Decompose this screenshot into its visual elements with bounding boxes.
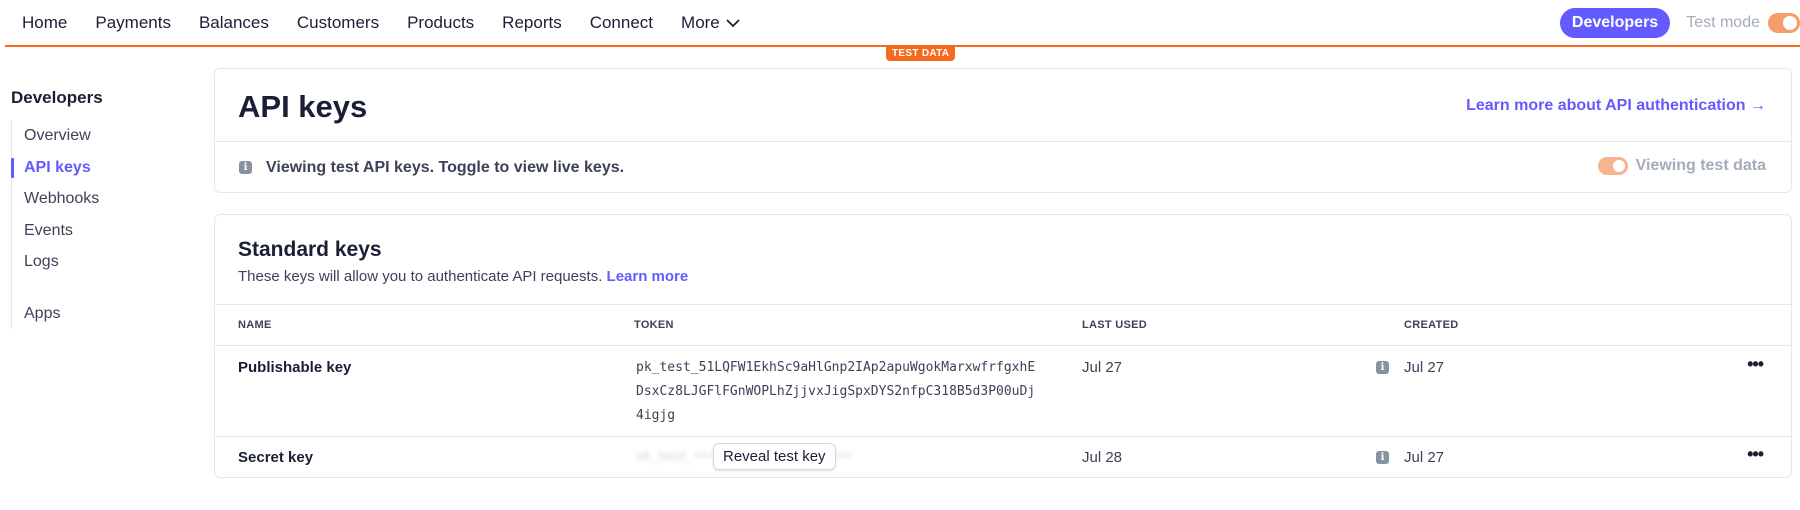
viewing-test-data-toggle[interactable]: Viewing test data <box>1597 157 1766 175</box>
sidebar-item-events[interactable]: Events <box>12 215 191 247</box>
standard-keys-title: Standard keys <box>238 238 382 261</box>
last-used-date: Jul 27 <box>1082 359 1123 376</box>
standard-keys-card: Standard keys These keys will allow you … <box>214 214 1792 478</box>
created-date: Jul 27 <box>1404 449 1445 466</box>
sidebar-item-overview[interactable]: Overview <box>12 120 191 152</box>
table-row: Secret key sk_test_•••••••••••••••••••••… <box>215 437 1791 477</box>
info-icon: i <box>239 161 252 174</box>
learn-more-link[interactable]: Learn more <box>607 268 689 285</box>
test-mode-label: Test mode <box>1686 14 1760 31</box>
last-used-date: Jul 28 <box>1082 449 1123 466</box>
sidebar-title: Developers <box>11 88 103 107</box>
reveal-test-key-button[interactable]: Reveal test key <box>713 443 836 470</box>
developers-button[interactable]: Developers <box>1559 8 1671 38</box>
learn-more-auth-link[interactable]: Learn more about API authentication → <box>1466 97 1766 115</box>
info-icon[interactable]: i <box>1376 451 1389 464</box>
top-navigation: Home Payments Balances Customers Product… <box>0 0 1800 46</box>
nav-balances[interactable]: Balances <box>199 13 269 33</box>
test-keys-info-row: i Viewing test API keys. Toggle to view … <box>215 142 1791 193</box>
nav-reports[interactable]: Reports <box>502 13 562 33</box>
info-text: Viewing test API keys. Toggle to view li… <box>266 158 625 176</box>
info-icon[interactable]: i <box>1376 361 1389 374</box>
more-options-icon[interactable]: ••• <box>1747 354 1764 375</box>
sidebar-item-api-keys[interactable]: API keys <box>11 152 191 184</box>
viewing-test-data-label: Viewing test data <box>1635 157 1766 174</box>
card-header: API keys Learn more about API authentica… <box>215 69 1791 142</box>
test-data-badge: TEST DATA <box>886 46 956 61</box>
key-name: Secret key <box>238 449 314 466</box>
standard-keys-header: Standard keys These keys will allow you … <box>215 215 1791 305</box>
api-keys-header-card: API keys Learn more about API authentica… <box>214 68 1792 193</box>
nav-payments[interactable]: Payments <box>95 13 171 33</box>
sidebar-item-webhooks[interactable]: Webhooks <box>12 183 191 215</box>
column-name: NAME <box>238 319 272 331</box>
nav-more-label: More <box>681 13 720 32</box>
nav-connect[interactable]: Connect <box>590 13 653 33</box>
sidebar-item-apps[interactable]: Apps <box>12 298 191 330</box>
page-title: API keys <box>238 89 368 124</box>
sidebar-list: Overview API keys Webhooks Events Logs A… <box>11 120 191 329</box>
standard-keys-subtitle: These keys will allow you to authenticat… <box>238 268 688 285</box>
column-created: CREATED <box>1404 319 1459 331</box>
more-options-icon[interactable]: ••• <box>1747 444 1764 465</box>
nav-customers[interactable]: Customers <box>297 13 379 33</box>
column-last-used: LAST USED <box>1082 319 1148 331</box>
key-name: Publishable key <box>238 359 352 376</box>
sidebar-item-logs[interactable]: Logs <box>12 246 191 278</box>
publishable-key-token[interactable]: pk_test_51LQFW1EkhSc9aHlGnp2IAp2apuWgokM… <box>636 356 1036 428</box>
test-mode-toggle[interactable] <box>1768 13 1800 33</box>
subtitle-text: These keys will allow you to authenticat… <box>238 268 603 285</box>
chevron-down-icon <box>726 19 740 28</box>
table-header: NAME TOKEN LAST USED CREATED <box>215 305 1791 346</box>
nav-more[interactable]: More <box>681 13 740 33</box>
sidebar: Developers Overview API keys Webhooks Ev… <box>11 88 191 329</box>
column-token: TOKEN <box>634 319 674 331</box>
nav-home[interactable]: Home <box>22 13 67 33</box>
table-row: Publishable key pk_test_51LQFW1EkhSc9aHl… <box>215 346 1791 437</box>
toggle-switch[interactable] <box>1597 157 1628 175</box>
nav-products[interactable]: Products <box>407 13 474 33</box>
created-date: Jul 27 <box>1404 359 1445 376</box>
